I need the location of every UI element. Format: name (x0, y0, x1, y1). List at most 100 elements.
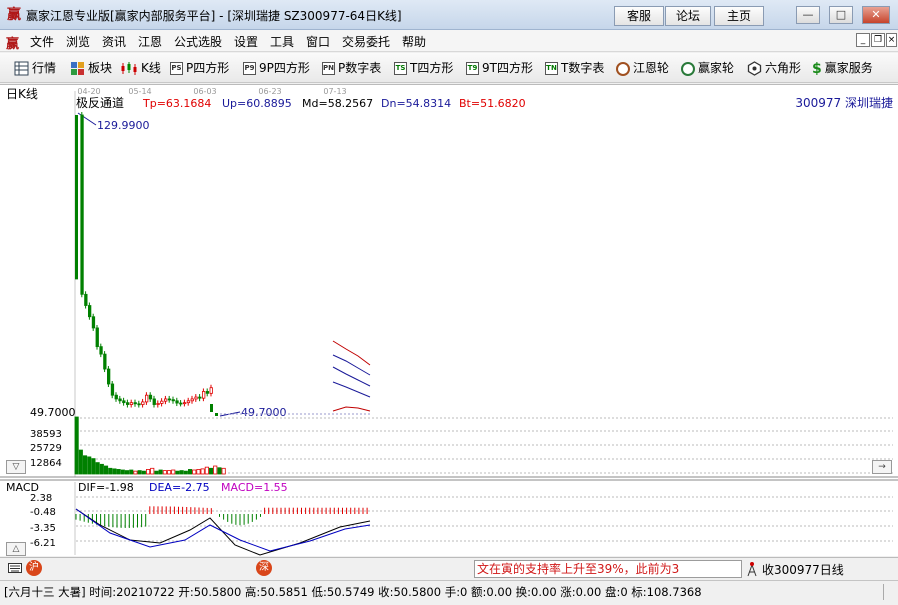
volume-bar (217, 467, 222, 475)
maximize-button[interactable]: □ (829, 6, 853, 24)
menu-window[interactable]: 窗口 (306, 33, 330, 50)
support-link-button[interactable]: 客服 (614, 6, 664, 26)
volume-bar (200, 468, 205, 475)
candle (148, 394, 153, 400)
candle (190, 398, 194, 402)
menu-help[interactable]: 帮助 (402, 33, 426, 50)
tool-9p-square[interactable]: P9 9P四方形 (243, 59, 310, 77)
volume-bar (154, 470, 159, 475)
volume-bar (137, 470, 142, 475)
candle (194, 396, 198, 400)
volume-bar (162, 470, 167, 475)
mdi-minimize-button[interactable]: _ (856, 33, 870, 47)
scroll-right-button[interactable]: → (872, 460, 892, 474)
candlestick-icon (121, 62, 137, 75)
title-bar: 赢 赢家江恩专业版[赢家内部服务平台] - [深圳瑞捷 SZ300977-64日… (0, 0, 898, 30)
md-value: Md=58.2567 (302, 97, 373, 110)
tool-p-square-label: P四方形 (186, 61, 230, 75)
candle (171, 399, 175, 402)
bar-info: [六月十三 大暑] 时间:20210722 开:50.5800 高:50.585… (4, 585, 702, 599)
candle (144, 394, 149, 403)
dea-value: DEA=-2.75 (149, 481, 210, 494)
volume-bar (183, 470, 188, 475)
candle (215, 413, 218, 416)
menu-file[interactable]: 文件 (30, 33, 54, 50)
tool-winner-service[interactable]: $ 赢家服务 (812, 59, 873, 77)
scroll-down-button[interactable]: ▽ (6, 460, 26, 474)
volume-bar (150, 467, 155, 475)
volume-bar (179, 470, 184, 475)
tool-p-number[interactable]: PN P数字表 (322, 59, 381, 77)
menu-formula-pick[interactable]: 公式选股 (174, 33, 222, 50)
mdi-restore-button[interactable]: ❐ (871, 33, 885, 47)
minimize-button[interactable]: — (796, 6, 820, 24)
scroll-up-button[interactable]: △ (6, 542, 26, 556)
tool-quotes[interactable]: 行情 (14, 59, 56, 77)
candle (84, 293, 88, 306)
candle (118, 398, 122, 402)
menu-trading[interactable]: 交易委托 (342, 33, 390, 50)
menu-settings[interactable]: 设置 (234, 33, 258, 50)
kline-chart[interactable]: 日K线 极反通道 Tp=63.1684 Up=60.8895 Md=58.256… (0, 85, 898, 557)
candle (126, 402, 130, 405)
date-tick: 06-03 (193, 87, 216, 96)
tool-p-square[interactable]: PS P四方形 (170, 59, 229, 77)
candle (210, 404, 213, 412)
candle (201, 391, 206, 399)
volume-bar (213, 465, 218, 475)
winner-wheel-icon (681, 61, 695, 76)
low-label: 49.7000 (241, 406, 287, 419)
chart-panel[interactable]: 日K线 极反通道 Tp=63.1684 Up=60.8895 Md=58.256… (0, 84, 898, 556)
tool-t-square-label: T四方形 (410, 61, 454, 75)
tool-quotes-label: 行情 (32, 61, 57, 75)
volume-bar (166, 470, 172, 475)
dif-value: DIF=-1.98 (78, 481, 134, 494)
candle (95, 327, 99, 348)
toolbar: 行情 板块 K线 PS P四方形 P9 9P四方形 PN P数字表 TS T四方形 T9… (0, 53, 898, 83)
high-label: 129.9900 (97, 119, 150, 132)
close-button[interactable]: ✕ (862, 6, 890, 24)
t-number-icon: TN (545, 62, 558, 75)
volume-bar (116, 469, 121, 475)
channel-line (332, 340, 371, 366)
candle (163, 398, 168, 402)
mdi-close-button[interactable]: × (886, 33, 897, 47)
tool-t-square[interactable]: TS T四方形 (394, 59, 453, 77)
window-title: 赢家江恩专业版[赢家内部服务平台] - [深圳瑞捷 SZ300977-64日K线… (26, 9, 402, 23)
volume-bar (175, 470, 180, 475)
quote-status: 收300977日线 (762, 563, 844, 577)
volume-bar (192, 469, 197, 475)
bt-value: Bt=51.6820 (459, 97, 526, 110)
channel-line (332, 354, 371, 376)
volume-bar (221, 467, 226, 475)
macd-tick: 2.38 (30, 493, 52, 504)
menu-info[interactable]: 资讯 (102, 33, 126, 50)
homepage-link-button[interactable]: 主页 (714, 6, 764, 26)
period-label: 日K线 (6, 87, 38, 101)
macd-tick: -6.21 (30, 538, 56, 549)
antenna-icon (747, 562, 757, 577)
shenzhen-index-badge[interactable]: 深 (256, 560, 272, 576)
tool-9t-square[interactable]: T9 9T四方形 (466, 59, 533, 77)
menu-tools[interactable]: 工具 (270, 33, 294, 50)
tool-hexagon[interactable]: 六角形 (747, 59, 801, 77)
menu-gann[interactable]: 江恩 (138, 33, 162, 50)
keyboard-icon[interactable] (8, 561, 22, 575)
candle (91, 316, 96, 329)
forum-link-button[interactable]: 论坛 (665, 6, 711, 26)
date-tick: 07-13 (323, 87, 346, 96)
tool-t-number[interactable]: TN T数字表 (545, 59, 604, 77)
candle (160, 400, 164, 404)
shanghai-index-badge[interactable]: 沪 (26, 560, 42, 576)
news-ticker[interactable]: 文在寅的支持率上升至39%，此前为3 (474, 560, 742, 578)
tool-sectors[interactable]: 板块 (70, 59, 112, 77)
resize-grip[interactable] (883, 584, 895, 600)
candle (137, 403, 141, 406)
volume-bar (129, 469, 134, 475)
menu-browse[interactable]: 浏览 (66, 33, 90, 50)
tool-gann-wheel[interactable]: 江恩轮 (616, 59, 669, 77)
macd-value: MACD=1.55 (221, 481, 288, 494)
tool-kline[interactable]: K线 (120, 59, 161, 77)
volume-bar (120, 469, 125, 475)
tool-winner-wheel[interactable]: 赢家轮 (681, 59, 734, 77)
